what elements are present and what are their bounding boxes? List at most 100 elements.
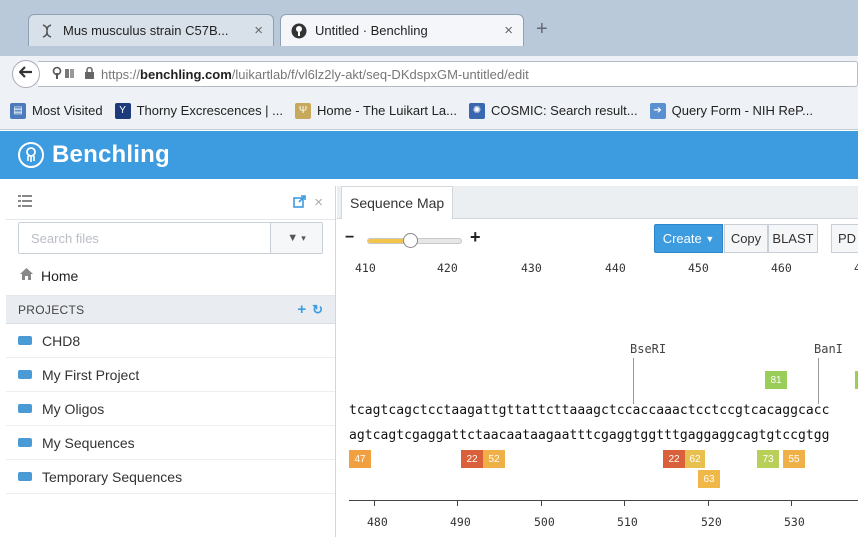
blast-button[interactable]: BLAST <box>768 224 818 253</box>
top-ruler-label: 440 <box>605 261 626 275</box>
project-label: My Oligos <box>42 400 105 417</box>
app-header: Benchling <box>0 131 858 179</box>
chevron-down-icon: ▾ <box>301 232 306 243</box>
browser-tab-mus-musculus[interactable]: Mus musculus strain C57B... × <box>28 14 274 46</box>
benchling-logo-icon[interactable] <box>18 142 44 168</box>
home-icon <box>20 268 33 283</box>
add-project-plus-icon[interactable]: + <box>297 301 306 318</box>
bookmark-label: Query Form - NIH ReP... <box>671 103 813 118</box>
lock-icon <box>84 66 95 82</box>
project-folder-icon <box>18 370 32 379</box>
feature-badge[interactable]: 52 <box>483 450 505 468</box>
project-item-my-sequences[interactable]: My Sequences <box>6 426 335 460</box>
benchling-favicon <box>291 23 307 39</box>
projects-header: PROJECTS + ↻ <box>6 296 335 324</box>
enzyme-label-bani[interactable]: BanI <box>814 342 843 356</box>
list-view-icon[interactable] <box>18 195 32 210</box>
create-label: Create <box>662 231 702 246</box>
bookmark-label: Most Visited <box>32 103 103 118</box>
bookmark-thorny[interactable]: Y Thorny Excrescences | ... <box>114 102 283 119</box>
refresh-icon[interactable]: ↻ <box>312 302 323 318</box>
ruler-label: 510 <box>617 515 638 529</box>
filter-icon: ▼ <box>287 232 299 244</box>
bookmark-luikart-lab[interactable]: Ψ Home - The Luikart La... <box>295 102 457 119</box>
feature-badge[interactable]: 73 <box>757 450 779 468</box>
ruler-tick <box>624 500 625 506</box>
pop-out-icon[interactable] <box>293 194 307 211</box>
feature-badge[interactable]: 63 <box>698 470 720 488</box>
bookmark-folder-icon: ▤ <box>10 102 26 119</box>
feature-badge[interactable]: 22 <box>663 450 685 468</box>
top-ruler-label: 430 <box>521 261 542 275</box>
url-bar[interactable]: https://benchling.com/luikartlab/f/vl6lz… <box>38 61 858 87</box>
copy-button[interactable]: Copy <box>724 224 768 253</box>
ruler-tick <box>457 500 458 506</box>
feature-badge[interactable]: 81 <box>765 371 787 389</box>
tab-title: Untitled · Benchling <box>315 23 428 38</box>
feature-badge[interactable]: 47 <box>349 450 371 468</box>
new-tab-plus-icon[interactable]: + <box>536 18 548 41</box>
bookmark-nih-reporter[interactable]: ➔ Query Form - NIH ReP... <box>649 102 813 119</box>
projects-header-label: PROJECTS <box>18 302 85 317</box>
project-item-my-first-project[interactable]: My First Project <box>6 358 335 392</box>
sequence-reverse-strand[interactable]: agtcagtcgaggattctaacaataagaatttcgaggtggt… <box>349 428 829 443</box>
zoom-in-icon[interactable]: + <box>470 227 481 248</box>
feature-badge[interactable]: 55 <box>783 450 805 468</box>
site-identity-icon[interactable] <box>52 66 78 83</box>
sequence-toolbar: − + Create ▼ Copy BLAST PD <box>337 219 858 257</box>
project-label: Temporary Sequences <box>42 468 183 485</box>
sequence-forward-strand[interactable]: tcagtcagctcctaagattgttattcttaaagctccacca… <box>349 403 829 418</box>
filter-dropdown-button[interactable]: ▼ ▾ <box>270 223 322 253</box>
search-box: ▼ ▾ <box>18 222 323 254</box>
project-folder-icon <box>18 438 32 447</box>
feature-badge[interactable]: 62 <box>685 450 705 468</box>
bookmark-label: COSMIC: Search result... <box>490 103 638 118</box>
pdf-button[interactable]: PD <box>831 224 858 253</box>
create-dropdown-button[interactable]: Create ▼ <box>654 224 723 253</box>
ruler-tick <box>374 500 375 506</box>
brand-name[interactable]: Benchling <box>52 141 170 169</box>
search-files-input[interactable] <box>19 223 270 253</box>
top-ruler-label: 4 <box>854 261 858 275</box>
bookmark-most-visited[interactable]: ▤ Most Visited <box>10 102 103 119</box>
ruler-tick <box>708 500 709 506</box>
ruler-label: 520 <box>701 515 722 529</box>
project-folder-icon <box>18 336 32 345</box>
project-item-chd8[interactable]: CHD8 <box>6 324 335 358</box>
sidebar-toolbar: × <box>6 186 335 220</box>
tab-sequence-map[interactable]: Sequence Map <box>341 186 454 219</box>
bookmark-cosmic[interactable]: ✺ COSMIC: Search result... <box>468 102 638 119</box>
browser-tab-benchling[interactable]: Untitled · Benchling × <box>280 14 524 46</box>
home-link[interactable]: Home <box>6 256 335 296</box>
project-label: CHD8 <box>42 332 81 349</box>
enzyme-cut-line <box>633 358 634 404</box>
zoom-out-icon[interactable]: − <box>345 229 354 247</box>
zoom-slider-handle[interactable] <box>402 233 418 248</box>
tab-title: Mus musculus strain C57B... <box>63 23 229 38</box>
enzyme-label-bseri[interactable]: BseRI <box>630 342 666 356</box>
top-ruler-label: 450 <box>688 261 709 275</box>
project-folder-icon <box>18 404 32 413</box>
tab-close-icon[interactable]: × <box>254 22 263 39</box>
project-label: My First Project <box>42 366 140 383</box>
form-icon: ➔ <box>649 102 666 119</box>
back-button[interactable] <box>12 60 40 88</box>
top-ruler-label: 460 <box>771 261 792 275</box>
project-item-temporary-sequences[interactable]: Temporary Sequences <box>6 460 335 494</box>
position-ruler <box>349 500 858 501</box>
feature-badge[interactable]: 22 <box>461 450 483 468</box>
ruler-tick <box>541 500 542 506</box>
back-arrow-icon <box>18 65 33 83</box>
home-label: Home <box>41 267 79 284</box>
ruler-label: 530 <box>784 515 805 529</box>
caret-down-icon: ▼ <box>705 233 715 244</box>
ruler-tick <box>791 500 792 506</box>
sequence-panel: Sequence Map − + Create ▼ Copy BLAST PD … <box>337 186 858 537</box>
project-label: My Sequences <box>42 434 135 451</box>
project-item-my-oligos[interactable]: My Oligos <box>6 392 335 426</box>
cosmic-icon: ✺ <box>468 102 485 119</box>
close-sidebar-icon[interactable]: × <box>314 194 323 211</box>
tab-close-icon[interactable]: × <box>504 22 513 39</box>
top-ruler-label: 410 <box>355 261 376 275</box>
sequence-map-view[interactable]: 410 420 430 440 450 460 4 BseRI BanI 81 … <box>337 257 858 537</box>
